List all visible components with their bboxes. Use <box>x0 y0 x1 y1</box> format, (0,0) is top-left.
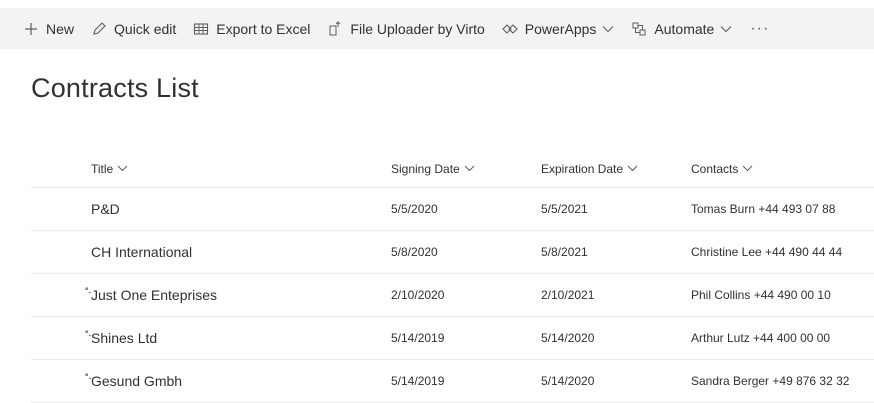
flow-icon <box>630 20 648 38</box>
chevron-down-icon <box>117 165 128 172</box>
command-bar: New Quick edit Export to Excel File Uplo… <box>0 8 874 49</box>
column-header-title[interactable]: Title <box>91 162 128 176</box>
file-upload-icon <box>326 20 344 38</box>
column-header-expiration-date[interactable]: Expiration Date <box>541 162 638 176</box>
new-item-sparkle-icon <box>84 281 92 294</box>
row-title[interactable]: P&D <box>91 201 120 217</box>
new-item-sparkle-icon <box>84 324 92 337</box>
powerapps-menu[interactable]: PowerApps <box>493 8 623 49</box>
column-header-label: Expiration Date <box>541 161 624 176</box>
powerapps-label: PowerApps <box>524 20 597 37</box>
chevron-down-icon <box>464 165 475 172</box>
chevron-down-icon <box>720 25 732 33</box>
table-row[interactable]: CH International 5/8/2020 5/8/2021 Chris… <box>31 231 874 274</box>
row-title[interactable]: CH International <box>91 244 192 260</box>
column-header-signing-date[interactable]: Signing Date <box>391 162 475 176</box>
row-title-text: P&D <box>91 201 120 217</box>
table-row[interactable]: Shines Ltd 5/14/2019 5/14/2020 Arthur Lu… <box>31 317 874 360</box>
row-title-text: Gesund Gmbh <box>91 373 183 389</box>
row-expiration-date: 5/8/2021 <box>541 245 588 259</box>
row-signing-date: 5/5/2020 <box>391 202 438 216</box>
chevron-down-icon <box>742 165 753 172</box>
row-title-text: Just One Enteprises <box>91 287 218 303</box>
contracts-list: Title Signing Date Expiration Date Conta… <box>31 150 874 403</box>
plus-icon <box>22 20 40 38</box>
column-header-label: Contacts <box>691 161 739 176</box>
new-item-sparkle-icon <box>84 367 92 380</box>
pencil-icon <box>90 20 108 38</box>
row-expiration-date: 5/5/2021 <box>541 202 588 216</box>
quick-edit-button[interactable]: Quick edit <box>82 8 184 49</box>
row-title-text: CH International <box>91 244 193 260</box>
new-button[interactable]: New <box>14 8 82 49</box>
chevron-down-icon <box>627 165 638 172</box>
row-title[interactable]: Just One Enteprises <box>85 287 218 303</box>
export-label: Export to Excel <box>216 20 311 37</box>
chevron-down-icon <box>602 25 614 33</box>
row-contacts: Christine Lee +44 490 44 44 <box>691 245 843 259</box>
new-button-label: New <box>46 20 75 37</box>
row-contacts: Arthur Lutz +44 400 00 00 <box>691 331 831 345</box>
row-title[interactable]: Shines Ltd <box>85 330 158 346</box>
row-title[interactable]: Gesund Gmbh <box>85 373 183 389</box>
row-expiration-date: 5/14/2020 <box>541 374 595 388</box>
row-expiration-date: 2/10/2021 <box>541 288 595 302</box>
export-to-excel-button[interactable]: Export to Excel <box>184 8 318 49</box>
table-row[interactable]: Gesund Gmbh 5/14/2019 5/14/2020 Sandra B… <box>31 360 874 403</box>
column-header-contacts[interactable]: Contacts <box>691 162 753 176</box>
row-expiration-date: 5/14/2020 <box>541 331 595 345</box>
page-title: Contracts List <box>31 73 199 103</box>
table-row[interactable]: Just One Enteprises 2/10/2020 2/10/2021 … <box>31 274 874 317</box>
row-contacts: Sandra Berger +49 876 32 32 <box>691 374 850 388</box>
column-header-label: Title <box>91 161 114 176</box>
row-contacts: Phil Collins +44 490 00 10 <box>691 288 831 302</box>
uploader-label: File Uploader by Virto <box>350 20 485 37</box>
more-icon: ··· <box>750 19 770 37</box>
powerapps-icon <box>501 20 519 38</box>
list-header: Title Signing Date Expiration Date Conta… <box>31 150 874 188</box>
row-contacts: Tomas Burn +44 493 07 88 <box>691 202 836 216</box>
automate-menu[interactable]: Automate <box>622 8 740 49</box>
quick-edit-label: Quick edit <box>114 20 177 37</box>
more-options-button[interactable]: ··· <box>740 8 779 49</box>
file-uploader-button[interactable]: File Uploader by Virto <box>318 8 492 49</box>
automate-label: Automate <box>654 20 715 37</box>
row-signing-date: 2/10/2020 <box>391 288 445 302</box>
table-row[interactable]: P&D 5/5/2020 5/5/2021 Tomas Burn +44 493… <box>31 188 874 231</box>
row-signing-date: 5/8/2020 <box>391 245 438 259</box>
row-signing-date: 5/14/2019 <box>391 374 445 388</box>
top-strip <box>0 0 874 8</box>
column-header-label: Signing Date <box>391 161 460 176</box>
row-signing-date: 5/14/2019 <box>391 331 445 345</box>
row-title-text: Shines Ltd <box>91 330 158 346</box>
excel-grid-icon <box>192 20 210 38</box>
